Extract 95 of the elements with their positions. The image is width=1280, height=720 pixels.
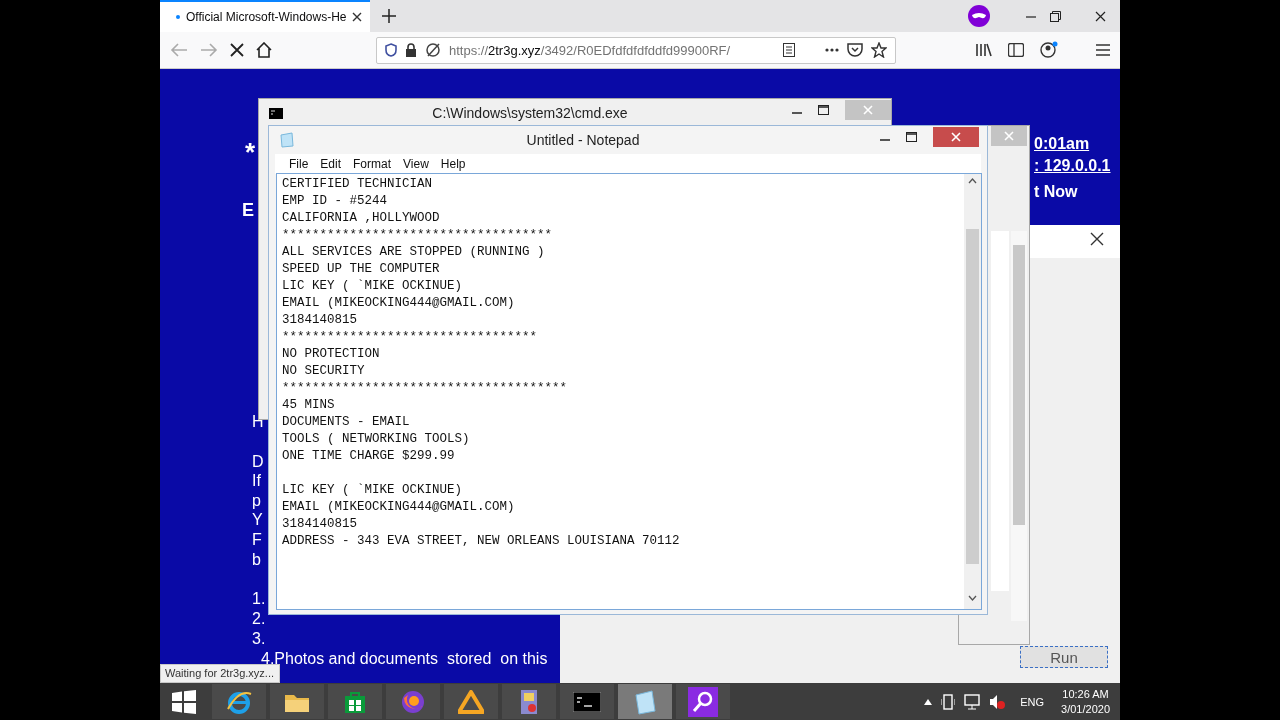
page-text: Y [252, 511, 263, 529]
address-field[interactable]: https://2tr3g.xyz/3492/R0EDfdfdfdfddfd99900RF/ [376, 36, 896, 64]
menu-item[interactable]: Help [434, 155, 472, 173]
terminal-icon[interactable] [573, 691, 601, 712]
page-text: 3. [252, 630, 266, 648]
taskbar-app[interactable] [502, 684, 556, 719]
menu-item[interactable]: Edit [314, 155, 348, 173]
text-line: 3184140815 [282, 516, 358, 533]
page-text: E [242, 200, 254, 221]
text-line: NO SECURITY [282, 363, 366, 380]
taskbar-app[interactable] [444, 684, 498, 719]
notepad-icon [279, 132, 295, 148]
shield-icon [385, 43, 397, 57]
close-icon[interactable] [1095, 10, 1106, 22]
text-line: ONE TIME CHARGE $299.99 [282, 448, 456, 465]
text-line: LIC KEY ( `MIKE OCKINUE) [282, 278, 464, 295]
text-line: 45 MINS [282, 397, 336, 414]
page-text: 1. [252, 590, 266, 608]
status-text: Waiting for 2tr3g.xyz... [160, 664, 280, 683]
page-text: * [245, 137, 256, 168]
page-text: b [252, 551, 261, 569]
sidebar-icon[interactable] [1008, 43, 1024, 57]
account-icon[interactable] [1040, 41, 1058, 59]
language-indicator[interactable]: ENG [1020, 695, 1045, 708]
text-line: DOCUMENTS - EMAIL [282, 414, 411, 431]
browser-tab[interactable]: Official Microsoft-Windows-He [160, 0, 371, 32]
close-icon[interactable] [1090, 232, 1104, 246]
triangle-app-icon[interactable] [458, 689, 484, 714]
page-text: t Now [1034, 183, 1078, 201]
page-text: 2. [252, 610, 266, 628]
menu-item[interactable]: File [283, 155, 315, 173]
window-title: Untitled - Notepad [525, 132, 641, 148]
text-line: ************************************ [282, 227, 554, 244]
text-line: CERTIFIED TECHNICIAN [282, 176, 434, 193]
close-button[interactable] [933, 127, 979, 147]
reader-view-icon[interactable] [783, 43, 795, 57]
network-icon[interactable] [964, 693, 981, 710]
scrollbar[interactable] [1011, 231, 1027, 621]
text-line: TOOLS ( NETWORKING TOOLS) [282, 431, 471, 448]
terminal-icon [269, 107, 283, 119]
text-line: LIC KEY ( `MIKE OCKINUE) [282, 482, 464, 499]
page-link[interactable]: : 129.0.0.1 [1034, 157, 1111, 175]
loading-dot-icon [176, 15, 180, 19]
run-button[interactable]: Run [1020, 646, 1108, 668]
text-line: ************************************** [282, 380, 569, 397]
fox-globe-icon[interactable] [400, 688, 426, 715]
more-dots-icon[interactable] [825, 48, 839, 52]
menu-item[interactable]: Format [347, 155, 398, 173]
scrollbar[interactable] [964, 174, 981, 609]
taskbar-app[interactable] [212, 684, 266, 719]
home-icon[interactable] [256, 42, 272, 58]
muted-speaker-icon[interactable] [989, 693, 1006, 710]
lock-icon [405, 43, 417, 57]
star-icon[interactable] [871, 42, 887, 58]
text-line: ALL SERVICES ARE STOPPED (RUNNING ) [282, 244, 546, 261]
text-line: EMP ID - #5244 [282, 193, 389, 210]
plus-icon [382, 9, 397, 23]
clock[interactable]: 10:26 AM 3/01/2020 [1061, 686, 1110, 717]
taskbar-app[interactable] [328, 684, 382, 719]
pocket-icon[interactable] [847, 43, 863, 57]
text-line: EMAIL (MIKEOCKING444@GMAIL.COM) [282, 499, 516, 516]
page-text: F [252, 531, 262, 549]
notepad-icon[interactable] [632, 688, 658, 715]
library-icon[interactable] [976, 43, 992, 57]
magnifier-icon[interactable] [688, 686, 718, 717]
menu-icon[interactable] [1096, 44, 1110, 56]
text-line: EMAIL (MIKEOCKING444@GMAIL.COM) [282, 295, 516, 312]
text-line: 3184140815 [282, 312, 358, 329]
new-tab-button[interactable] [382, 9, 397, 23]
page-text: D [252, 453, 264, 471]
close-icon[interactable] [352, 12, 363, 22]
windows-logo-icon [172, 689, 196, 714]
text-line: ADDRESS - 343 EVA STREET, NEW ORLEANS LOUISIANA 70112 [282, 533, 680, 550]
text-line: NO PROTECTION [282, 346, 381, 363]
stop-icon[interactable] [230, 43, 244, 57]
shopping-bag-icon[interactable] [343, 689, 367, 714]
text-line: SPEED UP THE COMPUTER [282, 261, 441, 278]
private-mask-icon [968, 5, 990, 27]
blocked-tracker-icon [425, 42, 441, 58]
taskbar-app[interactable] [676, 684, 730, 719]
page-text: p [252, 492, 261, 510]
text-line: CALIFORNIA ,HOLLYWOOD [282, 210, 441, 227]
show-hidden-icon[interactable] [924, 698, 933, 705]
window-title: C:\Windows\system32\cmd.exe [431, 105, 629, 121]
page-text: If [252, 472, 261, 490]
shield-document-icon[interactable] [518, 688, 540, 715]
tablet-icon[interactable] [941, 693, 956, 710]
page-link[interactable]: 0:01am [1034, 135, 1090, 153]
restore-icon[interactable] [1050, 10, 1061, 22]
menu-item[interactable]: View [397, 155, 435, 173]
taskbar-app[interactable] [270, 684, 324, 719]
taskbar-app[interactable] [386, 684, 440, 719]
maximize-icon[interactable] [906, 132, 917, 142]
maximize-icon[interactable] [818, 105, 829, 115]
text-line: ********************************** [282, 329, 539, 346]
